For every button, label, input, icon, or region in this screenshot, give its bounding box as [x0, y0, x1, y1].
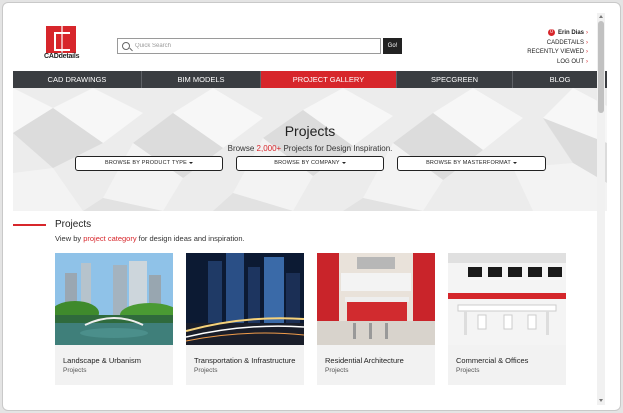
nav-cad-drawings[interactable]: CAD DRAWINGS	[13, 71, 142, 88]
page-content: CADdetails Go! 0Erin Dias› CADDETAILS› R…	[13, 13, 607, 405]
page-title: Projects	[284, 123, 336, 139]
card-title: Transportation & Infrastructure	[194, 356, 296, 365]
card-title: Residential Architecture	[325, 356, 404, 365]
caret-down-icon	[189, 161, 194, 164]
hero-subtitle: Browse 2,000+ Projects for Design Inspir…	[13, 144, 607, 153]
link-log-out-label: LOG OUT	[556, 58, 584, 65]
scroll-up-arrow-icon[interactable]	[599, 15, 603, 18]
project-category-link[interactable]: project category	[83, 234, 136, 243]
chevron-right-icon: ›	[586, 30, 588, 37]
nav-blog[interactable]: BLOG	[513, 71, 607, 88]
card-subtitle: Projects	[456, 367, 480, 374]
link-caddetails[interactable]: CADDETAILS ›	[527, 39, 588, 49]
browse-by-company-button[interactable]: BROWSE BY COMPANY	[236, 156, 384, 171]
chevron-right-icon: ›	[586, 58, 588, 65]
link-recently-viewed[interactable]: RECENTLY VIEWED ›	[527, 48, 588, 58]
category-card-transportation[interactable]: Transportation & Infrastructure Projects	[186, 253, 304, 385]
section-title: Projects	[55, 219, 92, 230]
card-image	[55, 253, 173, 345]
user-name: Erin Dias	[557, 30, 584, 37]
category-card-commercial[interactable]: Commercial & Offices Projects	[448, 253, 566, 385]
cadetails-logo[interactable]: CADdetails	[44, 24, 80, 64]
hero-sub-post: Projects for Design Inspiration.	[281, 144, 393, 153]
browse-label: BROWSE BY COMPANY	[274, 160, 340, 166]
card-subtitle: Projects	[63, 367, 87, 374]
chevron-right-icon: ›	[586, 49, 588, 56]
project-count: 2,000+	[256, 144, 282, 153]
notification-badge: 0	[547, 29, 555, 36]
link-log-out[interactable]: LOG OUT ›	[527, 58, 588, 68]
scroll-down-arrow-icon[interactable]	[599, 399, 603, 402]
category-card-landscape[interactable]: Landscape & Urbanism Projects	[55, 253, 173, 385]
card-image	[186, 253, 304, 345]
chevron-right-icon: ›	[586, 39, 588, 46]
card-title: Commercial & Offices	[456, 356, 529, 365]
card-subtitle: Projects	[194, 367, 218, 374]
link-recently-viewed-label: RECENTLY VIEWED	[527, 49, 584, 56]
hero-sub-pre: Browse	[227, 144, 257, 153]
nav-project-gallery[interactable]: PROJECT GALLERY	[261, 71, 397, 88]
card-title: Landscape & Urbanism	[63, 356, 141, 365]
search-input[interactable]	[135, 40, 375, 52]
user-account[interactable]: 0 Erin Dias ›	[527, 29, 588, 39]
logo-text: CADdetails	[44, 53, 80, 60]
section-subtitle: View by project category for design idea…	[55, 234, 245, 243]
card-image	[317, 253, 435, 345]
user-menu: 0 Erin Dias › CADDETAILS › RECENTLY VIEWED ›…	[527, 29, 588, 67]
caret-down-icon	[512, 161, 517, 164]
logo-mark-icon	[46, 26, 76, 53]
nav-specgreen[interactable]: SPECGREEN	[397, 71, 513, 88]
search-icon	[122, 42, 130, 50]
card-subtitle: Projects	[325, 367, 349, 374]
section-accent-line	[13, 224, 46, 226]
section-sub-pre: View by	[55, 234, 84, 243]
nav-bim-models[interactable]: BIM MODELS	[142, 71, 261, 88]
category-card-residential[interactable]: Residential Architecture Projects	[317, 253, 435, 385]
page-scrollbar[interactable]	[597, 13, 605, 405]
main-nav: CAD DRAWINGS BIM MODELS PROJECT GALLERY …	[13, 71, 607, 88]
section-sub-post: for design ideas and inspiration.	[136, 234, 245, 243]
scroll-thumb[interactable]	[598, 21, 604, 113]
browse-label: BROWSE BY PRODUCT TYPE	[104, 160, 188, 166]
search-go-button[interactable]: Go!	[383, 38, 402, 54]
browse-by-masterformat-button[interactable]: BROWSE BY MASTERFORMAT	[397, 156, 546, 171]
search-box	[117, 38, 381, 54]
browse-label: BROWSE BY MASTERFORMAT	[426, 160, 511, 166]
caret-down-icon	[341, 161, 346, 164]
browse-by-product-type-button[interactable]: BROWSE BY PRODUCT TYPE	[75, 156, 223, 171]
card-image	[448, 253, 566, 345]
hero-banner: Projects Browse 2,000+ Projects for Desi…	[13, 88, 607, 211]
browser-window: CADdetails Go! 0Erin Dias› CADDETAILS› R…	[2, 2, 621, 411]
link-caddetails-label: CADDETAILS	[546, 39, 584, 46]
